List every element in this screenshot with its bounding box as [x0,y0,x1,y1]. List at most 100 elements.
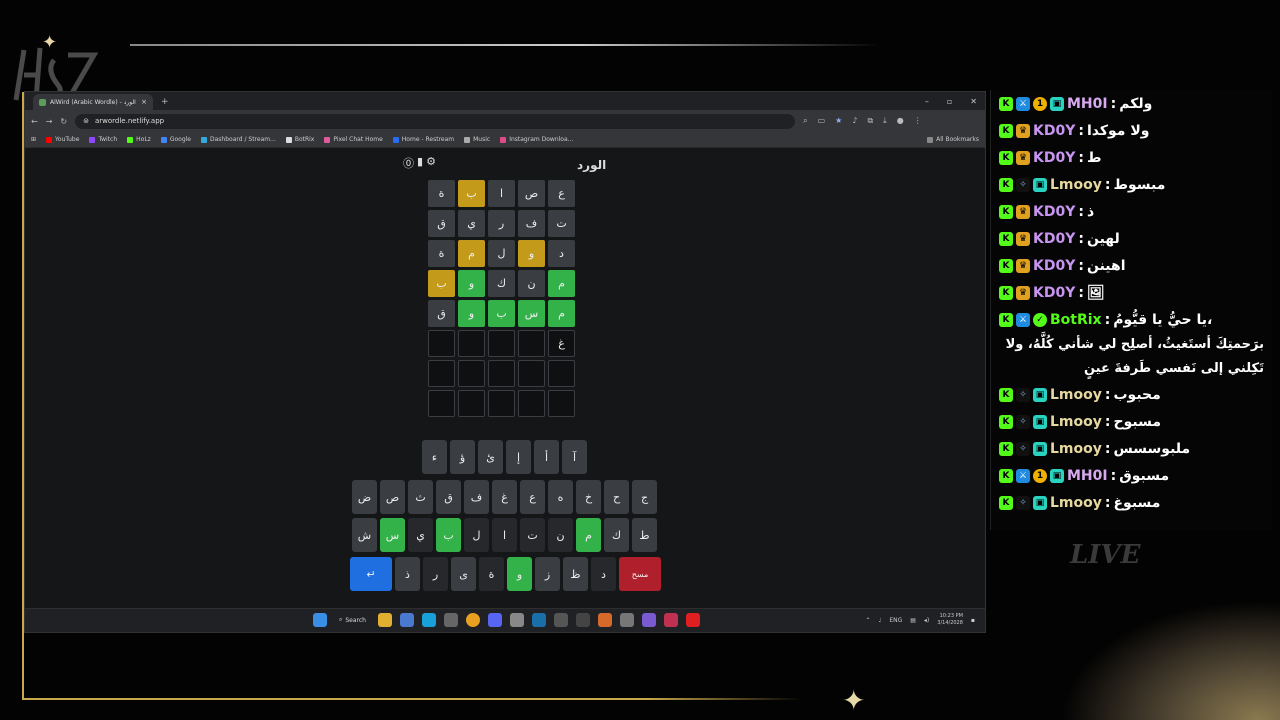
letter-key[interactable]: س [380,518,405,552]
chrome-icon[interactable] [466,613,480,627]
bookmark-music[interactable]: Music [464,136,490,143]
letter-key[interactable]: ز [535,557,560,591]
obs-icon[interactable] [510,613,524,627]
letter-key[interactable]: ج [632,480,657,514]
chat-username[interactable]: KD0Y [1033,204,1075,220]
app3-icon[interactable] [576,613,590,627]
letter-key[interactable]: ؤ [450,440,475,474]
chat-username[interactable]: Lmooy [1050,441,1102,457]
letter-key[interactable]: ت [520,518,545,552]
bookmark-dashboard[interactable]: Dashboard / Stream... [201,136,276,143]
letter-key[interactable]: ه [548,480,573,514]
letter-key[interactable]: آ [562,440,587,474]
file-explorer-icon[interactable] [378,613,392,627]
letter-key[interactable]: و [507,557,532,591]
letter-key[interactable]: ب [436,518,461,552]
menu-icon[interactable]: ⋮ [914,116,922,126]
delete-key[interactable]: مسح [619,557,661,591]
reload-icon[interactable]: ↻ [60,117,67,126]
minimize-button[interactable]: – [925,97,929,106]
forward-icon[interactable]: → [46,117,53,126]
discord-icon[interactable] [488,613,502,627]
help-icon[interactable]: ⓪ [403,155,414,171]
bookmark-instagram[interactable]: Instagram Downloa... [500,136,573,143]
clock[interactable]: 10:23 PM 3/14/2028 [937,613,963,627]
mute-icon[interactable]: ♪ [852,116,857,126]
chat-username[interactable]: Lmooy [1050,177,1102,193]
letter-key[interactable]: د [591,557,616,591]
steam-icon[interactable] [532,613,546,627]
bookmark-botrix[interactable]: BotRix [285,136,314,143]
app5-icon[interactable] [620,613,634,627]
network-icon[interactable]: ▤ [910,617,916,624]
chat-username[interactable]: KD0Y [1033,231,1075,247]
chat-username[interactable]: MH0I [1067,96,1108,112]
apps-icon[interactable]: ⊞ [31,136,36,143]
letter-key[interactable]: ض [352,480,377,514]
maximize-button[interactable]: ▫ [947,97,952,106]
letter-key[interactable]: ي [408,518,433,552]
cast-icon[interactable]: ▭ [818,116,826,126]
bookmark-twitch[interactable]: Twitch [89,136,117,143]
back-icon[interactable]: ← [31,117,38,126]
letter-key[interactable]: ة [479,557,504,591]
all-bookmarks[interactable]: All Bookmarks [927,136,979,143]
bookmark-google[interactable]: Google [160,136,191,143]
chat-username[interactable]: KD0Y [1033,150,1075,166]
chat-username[interactable]: BotRix [1050,312,1102,328]
letter-key[interactable]: ئ [478,440,503,474]
store-icon[interactable] [400,613,414,627]
extension-icon[interactable]: ⧉ [867,116,873,126]
letter-key[interactable]: ر [423,557,448,591]
app-icon[interactable] [444,613,458,627]
letter-key[interactable]: ش [352,518,377,552]
new-tab-button[interactable]: + [161,97,169,107]
chat-username[interactable]: KD0Y [1033,285,1075,301]
tab-close-icon[interactable]: × [141,98,147,106]
letter-key[interactable]: ص [380,480,405,514]
bookmark-star-icon[interactable]: ★ [835,116,842,126]
letter-key[interactable]: ك [604,518,629,552]
chat-username[interactable]: Lmooy [1050,414,1102,430]
app7-icon[interactable] [664,613,678,627]
chat-username[interactable]: Lmooy [1050,495,1102,511]
letter-key[interactable]: ظ [563,557,588,591]
tab-alwird[interactable]: AlWird (Arabic Wordle) - الورد × [33,94,153,110]
mic-icon[interactable]: ♩ [878,617,881,624]
url-field[interactable]: ⊜ arwordle.netlify.app [75,113,796,129]
letter-key[interactable]: خ [576,480,601,514]
settings-icon[interactable]: ⚙ [426,155,436,171]
chat-username[interactable]: MH0I [1067,468,1108,484]
volume-icon[interactable]: ◂) [924,617,929,624]
letter-key[interactable]: ى [451,557,476,591]
letter-key[interactable]: ذ [395,557,420,591]
letter-key[interactable]: ا [492,518,517,552]
letter-key[interactable]: ل [464,518,489,552]
download-icon[interactable]: ⤓ [883,116,887,126]
app6-icon[interactable] [642,613,656,627]
taskbar-search[interactable]: ⌕ Search [335,616,370,624]
letter-key[interactable]: ف [464,480,489,514]
site-info-icon[interactable]: ⊜ [83,117,89,125]
letter-key[interactable]: أ [534,440,559,474]
letter-key[interactable]: ء [422,440,447,474]
notification-icon[interactable]: ▪ [971,617,975,624]
bookmark-youtube[interactable]: YouTube [46,136,79,143]
enter-key[interactable]: ↵ [350,557,392,591]
letter-key[interactable]: م [576,518,601,552]
edge-icon[interactable] [422,613,436,627]
letter-key[interactable]: إ [506,440,531,474]
letter-key[interactable]: ن [548,518,573,552]
letter-key[interactable]: ح [604,480,629,514]
chat-username[interactable]: KD0Y [1033,258,1075,274]
profile-icon[interactable]: ● [897,116,904,126]
lang-indicator[interactable]: ENG [889,617,902,624]
stats-icon[interactable]: ▮ [417,155,423,171]
youtube-taskbar-icon[interactable] [686,613,700,627]
tray-chevron-icon[interactable]: ⌃ [865,617,870,624]
bookmark-pixel-chat[interactable]: Pixel Chat Home [324,136,383,143]
bookmark-holz[interactable]: HoLz [127,136,151,143]
close-window-button[interactable]: ✕ [970,97,977,106]
chat-username[interactable]: KD0Y [1033,123,1075,139]
app4-icon[interactable] [598,613,612,627]
